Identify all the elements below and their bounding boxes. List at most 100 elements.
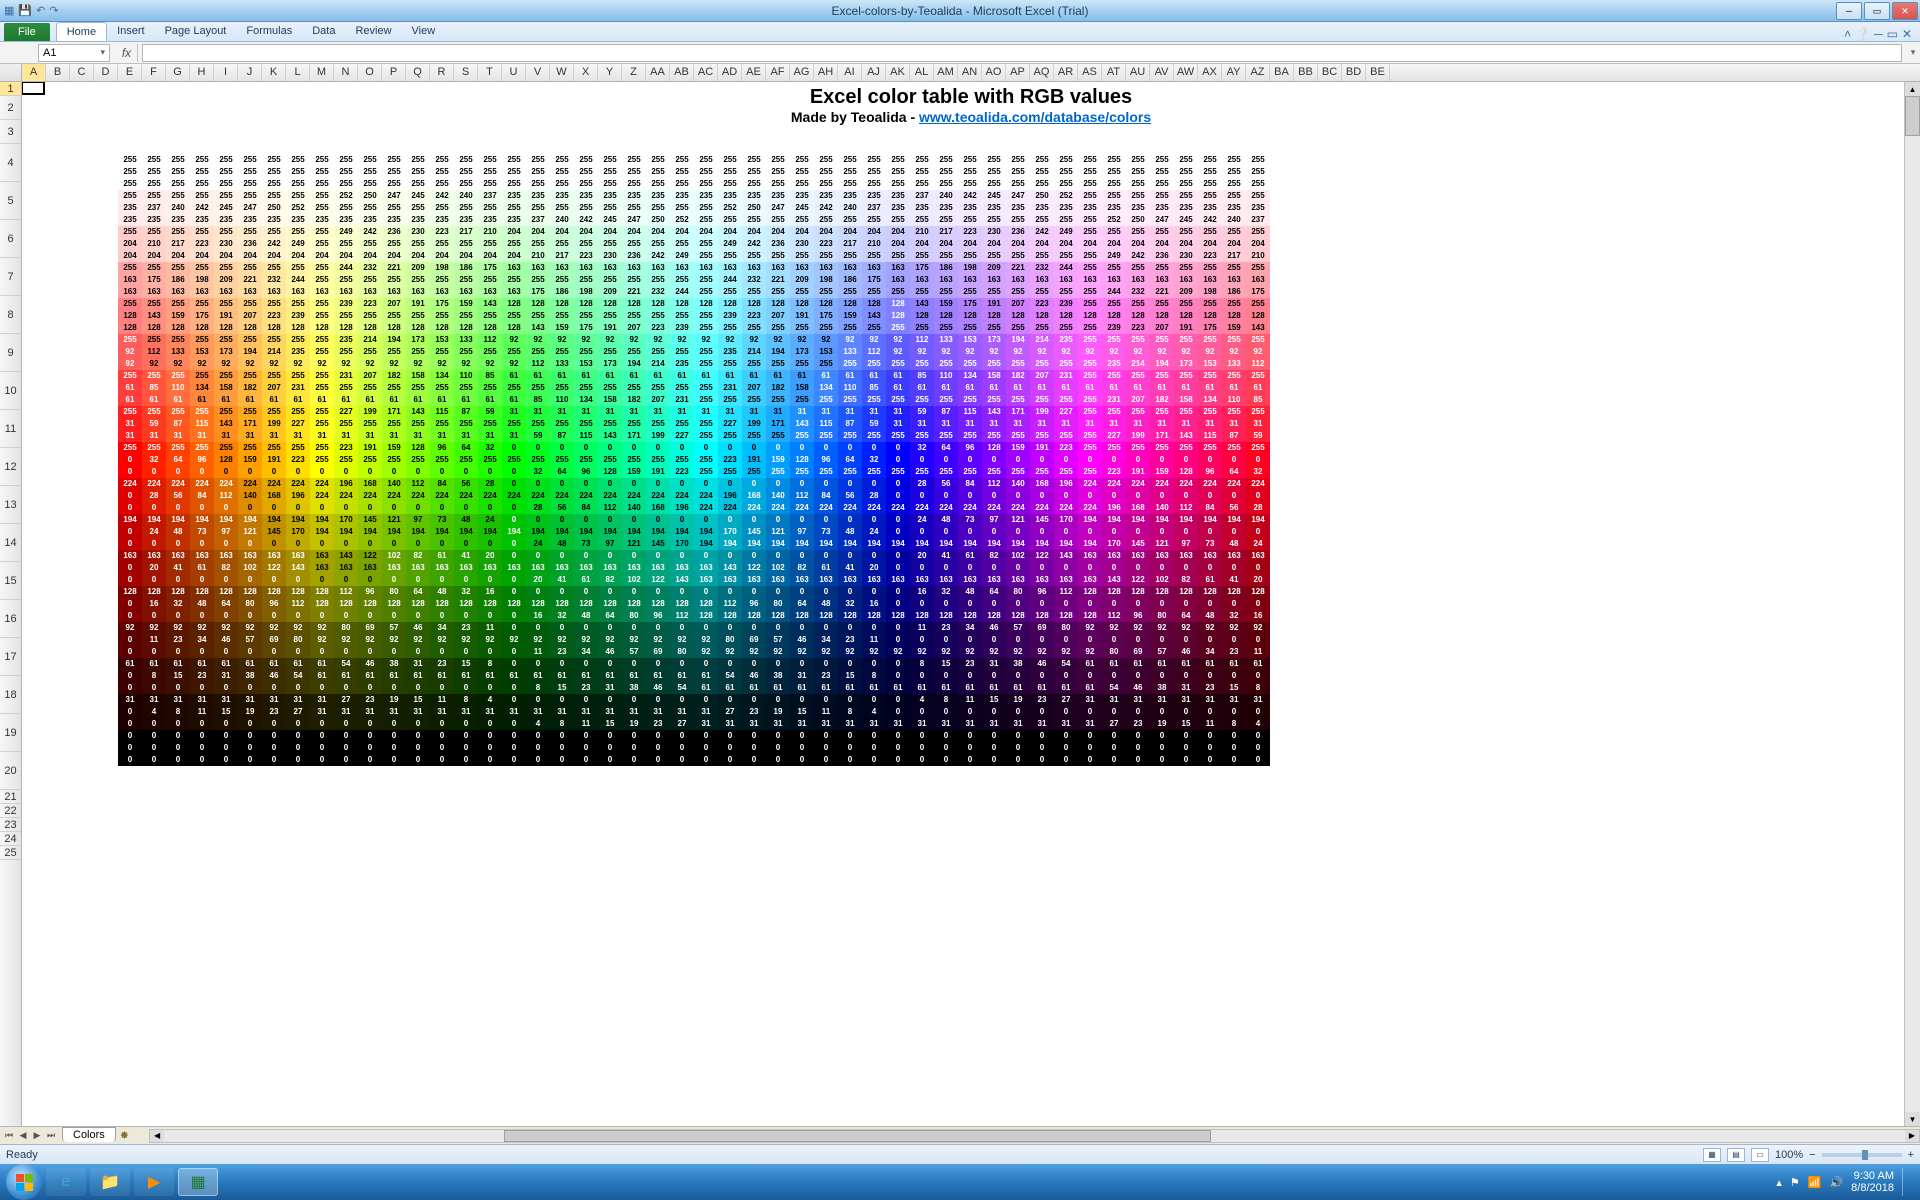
column-header[interactable]: N: [334, 64, 358, 81]
row-header[interactable]: 9: [0, 334, 21, 372]
undo-icon[interactable]: ↶: [36, 4, 45, 17]
tab-nav-prev-icon[interactable]: ◀: [16, 1130, 30, 1141]
column-header[interactable]: U: [502, 64, 526, 81]
vertical-scrollbar[interactable]: ▲ ▼: [1904, 82, 1920, 1126]
column-header[interactable]: AD: [718, 64, 742, 81]
column-header[interactable]: Q: [406, 64, 430, 81]
column-header[interactable]: AZ: [1246, 64, 1270, 81]
column-header[interactable]: BE: [1366, 64, 1390, 81]
row-header[interactable]: 12: [0, 448, 21, 486]
column-header[interactable]: K: [262, 64, 286, 81]
formula-input[interactable]: [142, 44, 1902, 62]
ribbon-tab-data[interactable]: Data: [302, 22, 345, 41]
column-header[interactable]: C: [70, 64, 94, 81]
scroll-right-icon[interactable]: ▶: [1905, 1130, 1919, 1142]
name-box[interactable]: A1 ▾: [38, 44, 110, 62]
close-button[interactable]: ✕: [1892, 2, 1918, 20]
taskbar-excel-icon[interactable]: ▦: [178, 1168, 218, 1196]
column-header[interactable]: P: [382, 64, 406, 81]
column-header[interactable]: Y: [598, 64, 622, 81]
column-header[interactable]: AL: [910, 64, 934, 81]
row-header[interactable]: 20: [0, 752, 21, 790]
column-header[interactable]: AT: [1102, 64, 1126, 81]
save-icon[interactable]: 💾: [18, 4, 32, 17]
zoom-slider[interactable]: [1822, 1153, 1902, 1157]
column-header[interactable]: AK: [886, 64, 910, 81]
tray-flag-icon[interactable]: ⚑: [1790, 1176, 1800, 1189]
row-header[interactable]: 6: [0, 220, 21, 258]
row-header[interactable]: 15: [0, 562, 21, 600]
row-header[interactable]: 10: [0, 372, 21, 410]
view-normal-button[interactable]: ▦: [1703, 1148, 1721, 1162]
column-header[interactable]: AO: [982, 64, 1006, 81]
column-header[interactable]: AM: [934, 64, 958, 81]
column-header[interactable]: AS: [1078, 64, 1102, 81]
scroll-left-icon[interactable]: ◀: [150, 1130, 164, 1142]
start-button[interactable]: [6, 1164, 42, 1200]
tab-nav-first-icon[interactable]: ⏮: [2, 1130, 16, 1141]
column-header[interactable]: H: [190, 64, 214, 81]
taskbar-clock[interactable]: 9:30 AM 8/8/2018: [1851, 1170, 1894, 1194]
horizontal-scrollbar[interactable]: ◀ ▶: [149, 1129, 1920, 1143]
fx-icon[interactable]: fx: [116, 44, 138, 62]
ribbon-tab-insert[interactable]: Insert: [107, 22, 155, 41]
column-header[interactable]: AA: [646, 64, 670, 81]
column-header[interactable]: V: [526, 64, 550, 81]
row-header[interactable]: 14: [0, 524, 21, 562]
chevron-down-icon[interactable]: ▾: [100, 47, 105, 58]
row-header[interactable]: 23: [0, 818, 21, 832]
column-header[interactable]: AE: [742, 64, 766, 81]
row-header[interactable]: 1: [0, 82, 21, 96]
row-header[interactable]: 7: [0, 258, 21, 296]
ribbon-tab-review[interactable]: Review: [345, 22, 401, 41]
row-header[interactable]: 22: [0, 804, 21, 818]
column-header[interactable]: AW: [1174, 64, 1198, 81]
column-header[interactable]: X: [574, 64, 598, 81]
ribbon-tab-view[interactable]: View: [402, 22, 446, 41]
file-tab[interactable]: File: [4, 23, 50, 41]
row-header[interactable]: 19: [0, 714, 21, 752]
taskbar-explorer-icon[interactable]: 📁: [90, 1168, 130, 1196]
column-header[interactable]: G: [166, 64, 190, 81]
column-header[interactable]: AR: [1054, 64, 1078, 81]
row-header[interactable]: 5: [0, 182, 21, 220]
column-header[interactable]: AQ: [1030, 64, 1054, 81]
row-header[interactable]: 11: [0, 410, 21, 448]
column-header[interactable]: AV: [1150, 64, 1174, 81]
column-header[interactable]: AH: [814, 64, 838, 81]
column-header[interactable]: AG: [790, 64, 814, 81]
ribbon-tab-home[interactable]: Home: [56, 22, 107, 41]
select-all-corner[interactable]: [0, 64, 22, 81]
column-header[interactable]: R: [430, 64, 454, 81]
column-header[interactable]: AN: [958, 64, 982, 81]
redo-icon[interactable]: ↷: [49, 4, 58, 17]
column-header[interactable]: AU: [1126, 64, 1150, 81]
column-header[interactable]: AY: [1222, 64, 1246, 81]
maximize-button[interactable]: ▭: [1864, 2, 1890, 20]
column-header[interactable]: AX: [1198, 64, 1222, 81]
row-header[interactable]: 16: [0, 600, 21, 638]
vertical-scroll-thumb[interactable]: [1905, 96, 1920, 136]
column-header[interactable]: T: [478, 64, 502, 81]
column-header[interactable]: E: [118, 64, 142, 81]
zoom-out-button[interactable]: −: [1809, 1149, 1815, 1161]
worksheet-grid[interactable]: Excel color table with RGB values Made b…: [22, 82, 1920, 1126]
sheet-tab-colors[interactable]: Colors: [62, 1127, 116, 1142]
column-header[interactable]: J: [238, 64, 262, 81]
column-header[interactable]: D: [94, 64, 118, 81]
column-header[interactable]: AF: [766, 64, 790, 81]
column-header[interactable]: L: [286, 64, 310, 81]
row-header[interactable]: 8: [0, 296, 21, 334]
tab-nav-next-icon[interactable]: ▶: [30, 1130, 44, 1141]
column-header[interactable]: M: [310, 64, 334, 81]
column-header[interactable]: AC: [694, 64, 718, 81]
child-restore-icon[interactable]: ▭: [1887, 27, 1898, 41]
tray-chevron-up-icon[interactable]: ▴: [1776, 1176, 1782, 1189]
column-header[interactable]: W: [550, 64, 574, 81]
zoom-level[interactable]: 100%: [1775, 1149, 1803, 1161]
row-header[interactable]: 21: [0, 790, 21, 804]
row-header[interactable]: 13: [0, 486, 21, 524]
scroll-down-icon[interactable]: ▼: [1905, 1112, 1920, 1126]
ribbon-tab-page-layout[interactable]: Page Layout: [155, 22, 237, 41]
column-header[interactable]: BC: [1318, 64, 1342, 81]
